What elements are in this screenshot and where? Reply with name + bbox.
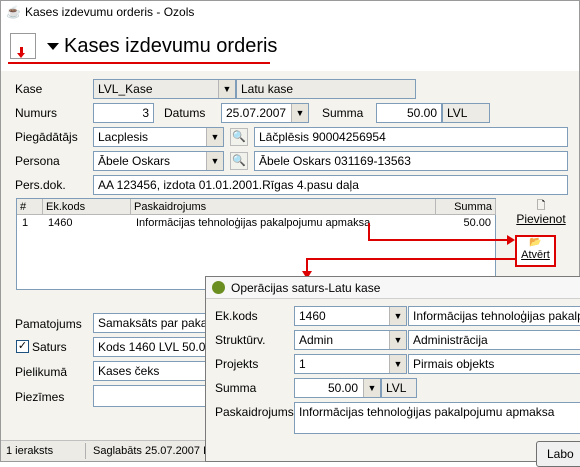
ekkods-label: Ek.kods <box>215 309 258 323</box>
datums-label: Datums <box>164 106 206 120</box>
row-code: 1460 <box>48 217 73 229</box>
summa-field[interactable]: 50.00 <box>376 103 442 123</box>
persdok-field[interactable]: AA 123456, izdota 01.01.2001.Rīgas 4.pas… <box>93 175 568 195</box>
numurs-field[interactable]: 3 <box>93 103 154 123</box>
arrow-right-icon <box>507 235 515 245</box>
connector-line <box>306 258 308 272</box>
collapse-triangle-icon[interactable] <box>47 43 59 50</box>
chevron-down-icon[interactable]: ▼ <box>206 152 223 170</box>
piezimes-field[interactable] <box>93 385 213 407</box>
kase-code-value: LVL_Kase <box>98 82 153 96</box>
dialog-title: Operācijas saturs-Latu kase <box>231 281 381 295</box>
kase-name-field: Latu kase <box>236 79 416 99</box>
dialog-icon <box>212 281 225 294</box>
search-lookup-icon[interactable]: 🔍 <box>230 152 248 170</box>
ekkods-select[interactable]: 1460 ▼ <box>294 306 407 326</box>
grid-header-num: # <box>17 199 43 215</box>
status-count: 1 ieraksts <box>6 445 54 457</box>
projekts-name: Pirmais objekts <box>408 354 580 374</box>
kase-label: Kase <box>15 82 43 96</box>
saturs-label: Saturs <box>32 340 67 354</box>
grid-header-ekkods: Ek.kods <box>43 199 131 215</box>
calendar-dropdown-icon[interactable]: ▼ <box>291 104 308 122</box>
row-sum: 50.00 <box>463 217 491 229</box>
status-saved: Saglabāts 25.07.2007 LV <box>93 445 216 457</box>
main-titlebar: ☕ Kases izdevumu orderis - Ozols <box>1 1 579 23</box>
row-desc: Informācijas tehnoloģijas pakalpojumu ap… <box>136 217 371 229</box>
piegadatajs-detail: Lāčplēsis 90004256954 <box>254 127 568 147</box>
chevron-down-icon[interactable]: ▼ <box>389 331 406 349</box>
saturs-checkbox[interactable]: ✓ <box>16 340 29 353</box>
grid-header-summa: Summa <box>436 199 496 215</box>
chevron-down-icon[interactable]: ▼ <box>389 307 406 325</box>
summa-currency: LVL <box>442 103 490 123</box>
piegadatajs-select[interactable]: Lacplesis ▼ <box>93 127 224 147</box>
kase-name-value: Latu kase <box>241 82 294 96</box>
numurs-label: Numurs <box>15 106 58 120</box>
saturs-field[interactable]: Kods 1460 LVL 50.00, <box>93 337 213 357</box>
dialog-titlebar: Operācijas saturs-Latu kase <box>206 277 580 299</box>
search-lookup-icon[interactable]: 🔍 <box>230 128 248 146</box>
paskaidrojums-field[interactable]: Informācijas tehnoloģijas pakalpojumu ap… <box>294 402 580 434</box>
chevron-down-icon[interactable]: ▼ <box>218 80 235 98</box>
piegadatajs-label: Piegādātājs <box>15 130 78 144</box>
chevron-down-icon[interactable]: ▼ <box>389 355 406 373</box>
strukt-select[interactable]: Admin ▼ <box>294 330 407 350</box>
dialog-summa-field[interactable]: 50.00 ▼ <box>294 378 381 398</box>
add-button[interactable]: 🗋 Pievienot <box>506 200 576 234</box>
app-icon: ☕ <box>6 5 21 19</box>
summa-label: Summa <box>322 106 364 120</box>
persona-detail: Ābele Oskars 031169-13563 <box>254 151 568 171</box>
connector-line <box>306 258 516 260</box>
ekkods-name: Informācijas tehnoloģijas pakalpojumu <box>408 306 580 326</box>
piezimes-label: Piezīmes <box>15 390 65 404</box>
content-dialog: Operācijas saturs-Latu kase Ek.kods 1460… <box>205 276 580 467</box>
pamatojums-field[interactable]: Samaksāts par pakalpojumu <box>93 313 213 333</box>
persdok-label: Pers.dok. <box>15 178 66 192</box>
pamatojums-label: Pamatojums <box>15 317 82 331</box>
new-document-icon: 🗋 <box>536 200 546 212</box>
grid-header-paskaidrojums: Paskaidrojums <box>131 199 436 215</box>
chevron-down-icon[interactable]: ▼ <box>206 128 223 146</box>
projekts-label: Projekts <box>215 357 259 371</box>
datums-field[interactable]: 25.07.2007 ▼ <box>221 103 309 123</box>
persona-select[interactable]: Ābele Oskars ▼ <box>93 151 224 171</box>
strukt-name: Administrācija <box>408 330 580 350</box>
title-underline <box>8 62 270 64</box>
chevron-down-icon[interactable]: ▼ <box>363 379 380 397</box>
strukt-label: Struktūrv. <box>215 333 266 347</box>
folder-open-icon: 📂 <box>529 237 542 248</box>
projekts-select[interactable]: 1 ▼ <box>294 354 407 374</box>
window-title: Kases izdevumu orderis - Ozols <box>25 5 195 19</box>
open-button[interactable]: 📂 Atvērt <box>515 235 556 267</box>
connector-line <box>368 239 509 241</box>
paskaidrojums-label: Paskaidrojums <box>215 405 294 419</box>
kase-code-select[interactable]: LVL_Kase ▼ <box>93 79 236 99</box>
document-icon <box>10 33 36 59</box>
pielikuma-field[interactable]: Kases čeks <box>93 361 213 381</box>
labo-button[interactable]: Labo <box>536 441 580 467</box>
page-title: Kases izdevumu orderis <box>64 35 278 57</box>
dialog-summa-label: Summa <box>215 381 257 395</box>
persona-label: Persona <box>15 154 60 168</box>
pielikuma-label: Pielikumā <box>15 365 68 379</box>
dialog-summa-currency: LVL <box>381 378 417 398</box>
row-num: 1 <box>22 217 29 229</box>
